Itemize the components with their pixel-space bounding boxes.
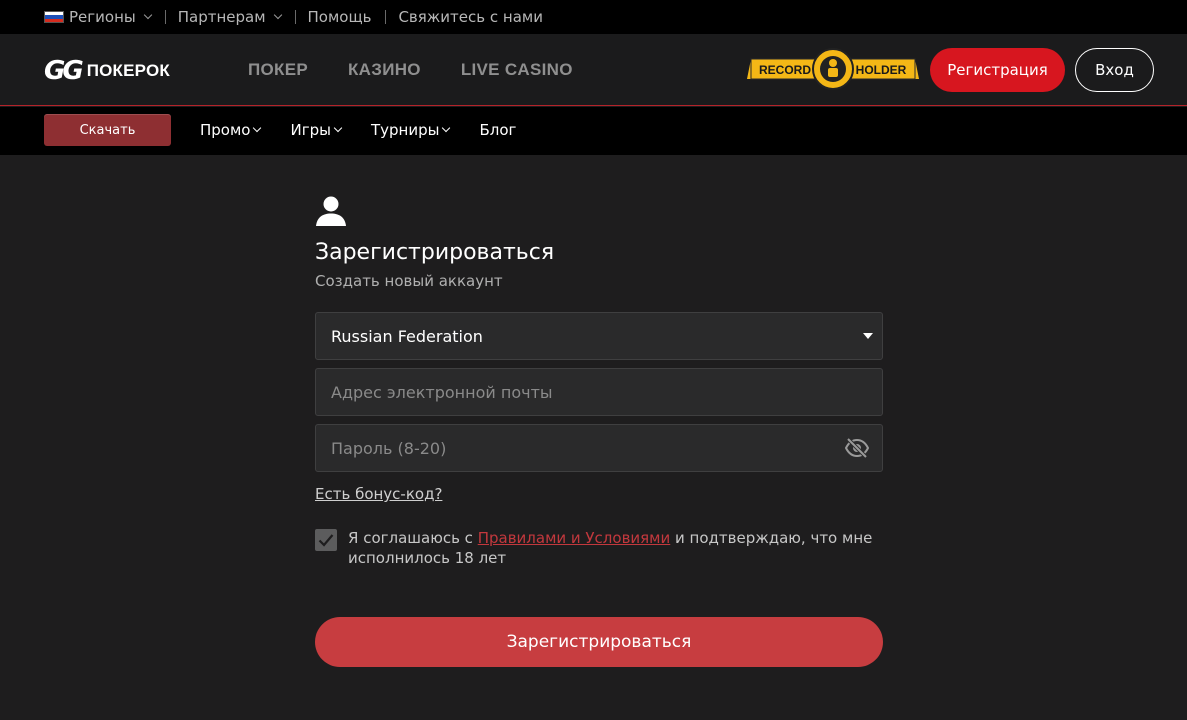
nav-promo-label: Промо xyxy=(200,121,251,139)
nav-blog[interactable]: Блог xyxy=(479,121,516,139)
form-subtitle: Создать новый аккаунт xyxy=(315,272,503,290)
country-select[interactable]: Russian Federation xyxy=(315,312,883,360)
chevron-down-icon xyxy=(442,123,451,133)
divider xyxy=(385,10,387,24)
russia-flag-icon xyxy=(44,11,64,23)
contact-link[interactable]: Свяжитесь с нами xyxy=(398,8,543,26)
guinness-record-holder-badge: RECORD HOLDER xyxy=(747,48,919,90)
submit-register-button[interactable]: Зарегистрироваться xyxy=(315,617,883,667)
login-button[interactable]: Вход xyxy=(1075,48,1154,92)
password-placeholder: Пароль (8-20) xyxy=(331,438,447,458)
checkmark-icon xyxy=(318,534,334,547)
nav-tournaments[interactable]: Турниры xyxy=(370,121,451,139)
terms-prefix: Я соглашаюсь с xyxy=(348,529,478,547)
register-button[interactable]: Регистрация xyxy=(930,48,1065,92)
main-header: GG ПОКЕРОК ПОКЕР КАЗИНО LIVE CASINO RECO… xyxy=(0,34,1187,106)
chevron-down-icon xyxy=(273,10,282,20)
caret-down-icon xyxy=(863,333,873,339)
divider xyxy=(164,10,166,24)
holder-text: HOLDER xyxy=(856,63,907,77)
partners-label: Партнерам xyxy=(177,8,266,26)
eye-slash-icon[interactable] xyxy=(845,437,869,459)
regions-selector[interactable]: Регионы xyxy=(44,8,152,26)
nav-games-label: Игры xyxy=(290,121,331,139)
form-title: Зарегистрироваться xyxy=(315,240,555,265)
nav-live-casino[interactable]: LIVE CASINO xyxy=(461,60,573,80)
top-utility-bar: Регионы Партнерам Помощь Свяжитесь с нам… xyxy=(0,0,1187,34)
password-field[interactable]: Пароль (8-20) xyxy=(315,424,883,472)
subnav-links: Промо Игры Турниры Блог xyxy=(200,121,516,139)
regions-label: Регионы xyxy=(69,8,136,26)
chevron-down-icon xyxy=(253,123,262,133)
ggpokerok-logo[interactable]: GG ПОКЕРОК xyxy=(44,56,170,86)
nav-games[interactable]: Игры xyxy=(290,121,343,139)
terms-checkbox[interactable] xyxy=(315,529,337,551)
chevron-down-icon xyxy=(143,10,152,20)
nav-casino[interactable]: КАЗИНО xyxy=(348,60,421,80)
logo-gg: GG xyxy=(44,56,84,86)
email-placeholder: Адрес электронной почты xyxy=(331,382,553,402)
download-button[interactable]: Скачать xyxy=(44,114,171,146)
terms-text: Я соглашаюсь с Правилами и Условиями и п… xyxy=(348,528,883,568)
chevron-down-icon xyxy=(333,123,343,133)
user-icon xyxy=(316,196,346,226)
help-link[interactable]: Помощь xyxy=(308,8,372,26)
terms-link[interactable]: Правилами и Условиями xyxy=(478,529,671,547)
nav-blog-label: Блог xyxy=(479,121,517,139)
country-value: Russian Federation xyxy=(331,326,483,346)
main-nav: ПОКЕР КАЗИНО LIVE CASINO xyxy=(248,60,573,80)
email-field[interactable]: Адрес электронной почты xyxy=(315,368,883,416)
record-text: RECORD xyxy=(759,63,811,77)
secondary-nav: Скачать Промо Игры Турниры Блог xyxy=(0,107,1187,155)
logo-text: ПОКЕРОК xyxy=(86,61,170,80)
bonus-code-link[interactable]: Есть бонус-код? xyxy=(315,485,442,503)
nav-tournaments-label: Турниры xyxy=(370,121,440,139)
nav-promo[interactable]: Промо xyxy=(200,121,262,139)
nav-poker[interactable]: ПОКЕР xyxy=(248,60,308,80)
partners-menu[interactable]: Партнерам xyxy=(177,8,282,26)
divider xyxy=(294,10,296,24)
